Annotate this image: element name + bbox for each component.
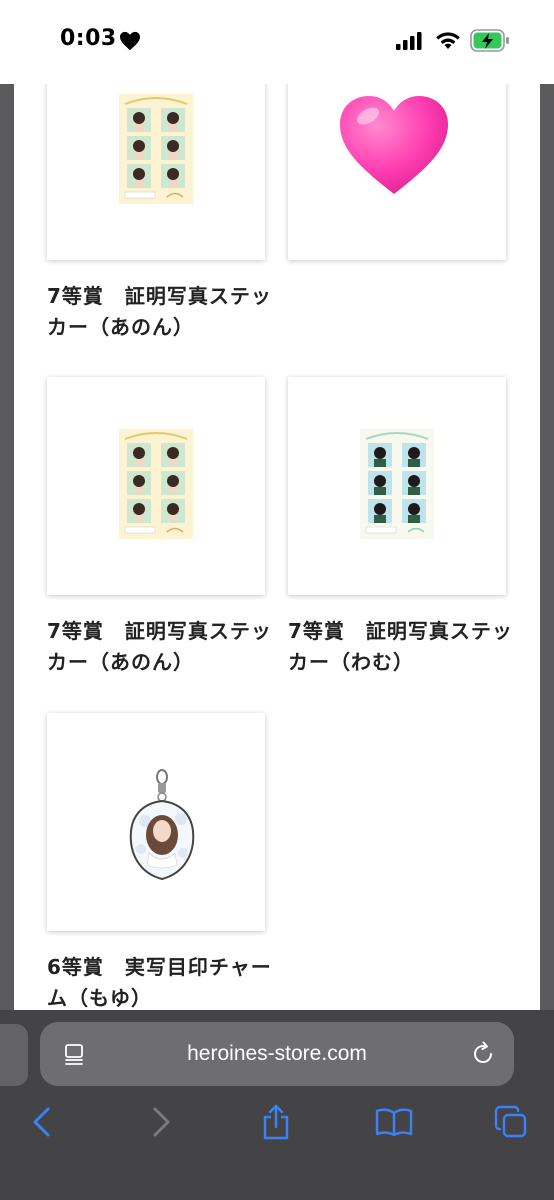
product-title[interactable]: 7等賞 証明写真ステッカー（あのん） — [47, 281, 273, 343]
product-card[interactable] — [288, 84, 506, 260]
reload-icon[interactable] — [470, 1041, 496, 1067]
status-time: 0:03 — [60, 26, 117, 51]
chevron-left-icon — [33, 1107, 50, 1137]
share-icon — [263, 1104, 289, 1140]
product-card[interactable] — [288, 377, 506, 595]
signal-icon — [396, 32, 422, 50]
product-card[interactable] — [47, 713, 265, 931]
tabs-button[interactable] — [491, 1102, 531, 1142]
product-title[interactable]: 7等賞 証明写真ステッカー（わむ） — [288, 616, 514, 678]
acrylic-charm-image — [129, 769, 195, 881]
wifi-icon — [436, 32, 460, 49]
page-menu-icon[interactable] — [62, 1042, 86, 1066]
bookmarks-button[interactable] — [374, 1102, 414, 1142]
product-card[interactable] — [47, 377, 265, 595]
phone-screen: 0:03 7等賞 証明写真ステッカー（あのん） 7等賞 証明写真ステッカー（あの… — [0, 0, 554, 1200]
heart-icon — [120, 31, 140, 51]
book-icon — [375, 1108, 413, 1137]
browser-bottom-bar: heroines-store.com — [0, 1010, 554, 1200]
photo-sticker-image — [119, 429, 193, 539]
tabs-icon — [494, 1105, 527, 1138]
chevron-right-icon — [153, 1107, 170, 1137]
photo-sticker-image — [360, 429, 434, 539]
url-text[interactable]: heroines-store.com — [100, 1022, 454, 1086]
product-title[interactable]: 7等賞 証明写真ステッカー（あのん） — [47, 616, 273, 678]
share-button[interactable] — [256, 1102, 296, 1142]
forward-button[interactable] — [141, 1102, 181, 1142]
web-page[interactable]: 7等賞 証明写真ステッカー（あのん） 7等賞 証明写真ステッカー（あのん） 7等… — [0, 84, 554, 1010]
product-title[interactable]: 6等賞 実写目印チャーム（もゆ） — [47, 952, 273, 1010]
product-card[interactable] — [47, 84, 265, 260]
product-grid: 7等賞 証明写真ステッカー（あのん） 7等賞 証明写真ステッカー（あのん） 7等… — [14, 84, 540, 1010]
status-bar: 0:03 — [0, 0, 554, 84]
back-button[interactable] — [22, 1102, 62, 1142]
pink-heart-emoji — [340, 96, 448, 194]
address-bar[interactable]: heroines-store.com — [40, 1022, 514, 1086]
previous-tab-peek[interactable] — [0, 1024, 28, 1086]
battery-charging-icon — [470, 29, 509, 52]
photo-sticker-image — [119, 94, 193, 204]
